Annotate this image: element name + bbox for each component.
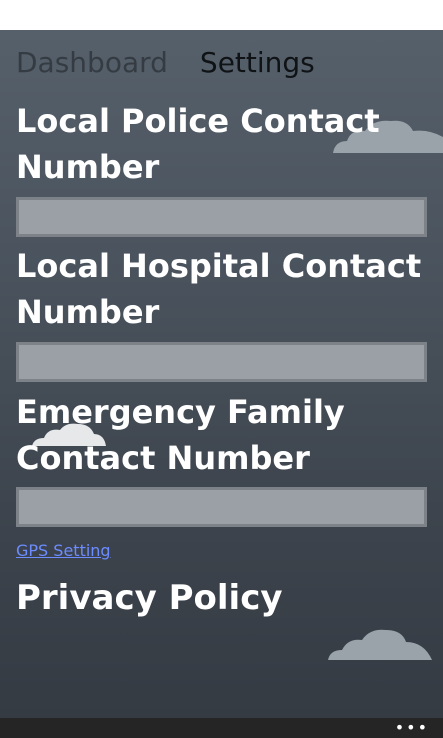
hospital-number-input[interactable] <box>16 342 427 382</box>
settings-page: Dashboard Settings Local Police Contact … <box>0 30 443 718</box>
privacy-policy-link[interactable]: Privacy Policy <box>16 575 283 621</box>
app-bar: ••• <box>0 718 443 738</box>
app-screen: Dashboard Settings Local Police Contact … <box>0 0 443 738</box>
cloud-icon <box>328 629 432 660</box>
status-bar <box>0 0 443 30</box>
family-number-label: Emergency Family Contact Number <box>16 393 345 477</box>
tab-dashboard[interactable]: Dashboard <box>16 46 168 80</box>
gps-setting-link[interactable]: GPS Setting <box>16 540 111 562</box>
police-number-input[interactable] <box>16 197 427 237</box>
police-number-label: Local Police Contact Number <box>16 102 380 186</box>
more-options-icon[interactable]: ••• <box>395 720 429 736</box>
family-number-input[interactable] <box>16 487 427 527</box>
hospital-number-label: Local Hospital Contact Number <box>16 247 422 331</box>
tab-settings[interactable]: Settings <box>200 46 315 80</box>
pivot-header: Dashboard Settings <box>16 46 315 80</box>
